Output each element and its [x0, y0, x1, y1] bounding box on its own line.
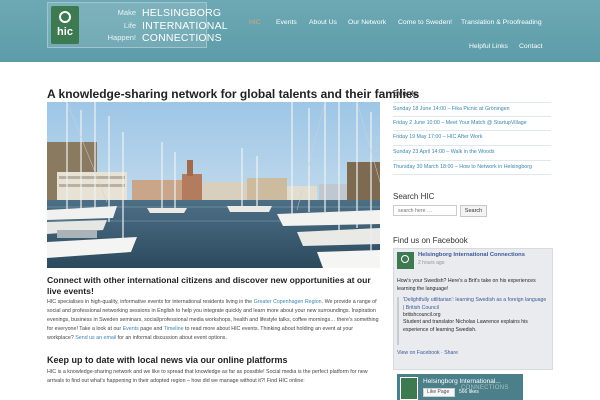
- news-paragraph: HIC is a knowledge-sharing network and w…: [47, 369, 368, 384]
- event-link[interactable]: Friday 19 May 17:00 – HIC After Work: [393, 130, 551, 143]
- fb-page-name[interactable]: Helsingborg International...: [423, 378, 501, 385]
- page-title: A knowledge-sharing network for global t…: [47, 87, 420, 101]
- link-events[interactable]: Events: [123, 326, 139, 332]
- sidebar-events-title: Events: [393, 89, 418, 98]
- tagline-line: Make: [117, 8, 136, 17]
- events-divider: [393, 174, 551, 175]
- site-header: hic Make Life Happen! HELSINGBORG INTERN…: [0, 0, 600, 62]
- event-link[interactable]: Thursday 30 March 18:00 – How to Network…: [393, 160, 551, 173]
- tagline-line: Happen!: [107, 33, 136, 42]
- event-link[interactable]: Friday 2 June 10:00 – Meet Your Match @ …: [393, 116, 551, 129]
- org-line: CONNECTIONS: [142, 32, 222, 44]
- nav-item-helpful-links[interactable]: Helpful Links: [469, 43, 508, 50]
- fb-likes-count: 566 likes: [459, 389, 479, 395]
- search-input[interactable]: [393, 205, 457, 216]
- para-text: for an informal discussion about event o…: [116, 335, 227, 341]
- fb-view-share-link[interactable]: View on Facebook · Share: [397, 350, 458, 356]
- avatar-ring-icon: [401, 255, 409, 263]
- fb-shared-link[interactable]: 'Delightfully utilitarian': learning Swe…: [397, 297, 549, 345]
- link-greater-copenhagen[interactable]: Greater Copenhagen Region: [254, 299, 322, 305]
- logo-tagline: Make Life Happen!: [84, 7, 136, 45]
- events-intro-paragraph: HIC specialises in high-quality, informa…: [47, 298, 380, 343]
- nav-item-about-us[interactable]: About Us: [309, 19, 337, 26]
- link-send-email[interactable]: Send us an email: [75, 335, 116, 341]
- fb-post-page-name[interactable]: Helsingborg International Connections: [418, 252, 525, 258]
- badge-ring-icon: [59, 11, 71, 23]
- fb-page-logo-icon: [400, 377, 418, 400]
- sidebar-search-title: Search HIC: [393, 192, 435, 201]
- hero-harbour-image: [47, 102, 380, 268]
- badge-text: hic: [57, 26, 73, 38]
- sidebar-facebook-title: Find us on Facebook: [393, 236, 468, 245]
- nav-item-contact[interactable]: Contact: [519, 43, 542, 50]
- fb-link-title[interactable]: 'Delightfully utilitarian': learning Swe…: [403, 297, 549, 312]
- fb-post-text: How's your Swedish? Here's a Brit's take…: [397, 278, 536, 292]
- hic-badge-icon: hic: [51, 6, 79, 44]
- section-heading-news: Keep up to date with local news via our …: [47, 355, 288, 365]
- fb-like-page-button[interactable]: Like Page: [423, 388, 455, 397]
- harbour-photo: [47, 102, 380, 268]
- logo-org-name: HELSINGBORG INTERNATIONAL CONNECTIONS: [142, 7, 228, 45]
- nav-item-come-to-sweden[interactable]: Come to Sweden!: [398, 19, 452, 26]
- fb-page-avatar-icon[interactable]: [397, 252, 414, 269]
- facebook-feed: Helsingborg International Connections 2 …: [393, 248, 553, 370]
- section-heading-events: Connect with other international citizen…: [47, 275, 371, 296]
- site-logo[interactable]: hic Make Life Happen! HELSINGBORG INTERN…: [47, 2, 228, 48]
- link-timeline[interactable]: Timeline: [164, 326, 184, 332]
- event-link[interactable]: Sunday 18 June 14:00 – Fika Picnic at Gr…: [393, 102, 551, 115]
- nav-item-events[interactable]: Events: [276, 19, 297, 26]
- tagline-line: Life: [123, 20, 136, 30]
- fb-page-plugin[interactable]: CONNECTIONS Helsingborg International...…: [397, 374, 523, 400]
- fb-post-time[interactable]: 2 hours ago: [418, 260, 444, 266]
- event-link[interactable]: Sunday 23 April 14:00 – Walk in the Wood…: [393, 145, 551, 158]
- nav-item-hic[interactable]: HIC: [249, 19, 261, 26]
- fb-link-domain: britishcouncil.org: [403, 312, 441, 318]
- para-text: page and: [138, 326, 164, 332]
- org-line: INTERNATIONAL: [142, 19, 228, 32]
- nav-item-translation[interactable]: Translation & Proofreading: [461, 19, 542, 26]
- search-button[interactable]: Search: [460, 205, 487, 217]
- para-text: HIC specialises in high-quality, informa…: [47, 299, 254, 305]
- fb-link-description: Student and translator Nicholas Lawrence…: [403, 319, 528, 333]
- nav-item-our-network[interactable]: Our Network: [348, 19, 386, 26]
- org-line: HELSINGBORG: [142, 7, 222, 19]
